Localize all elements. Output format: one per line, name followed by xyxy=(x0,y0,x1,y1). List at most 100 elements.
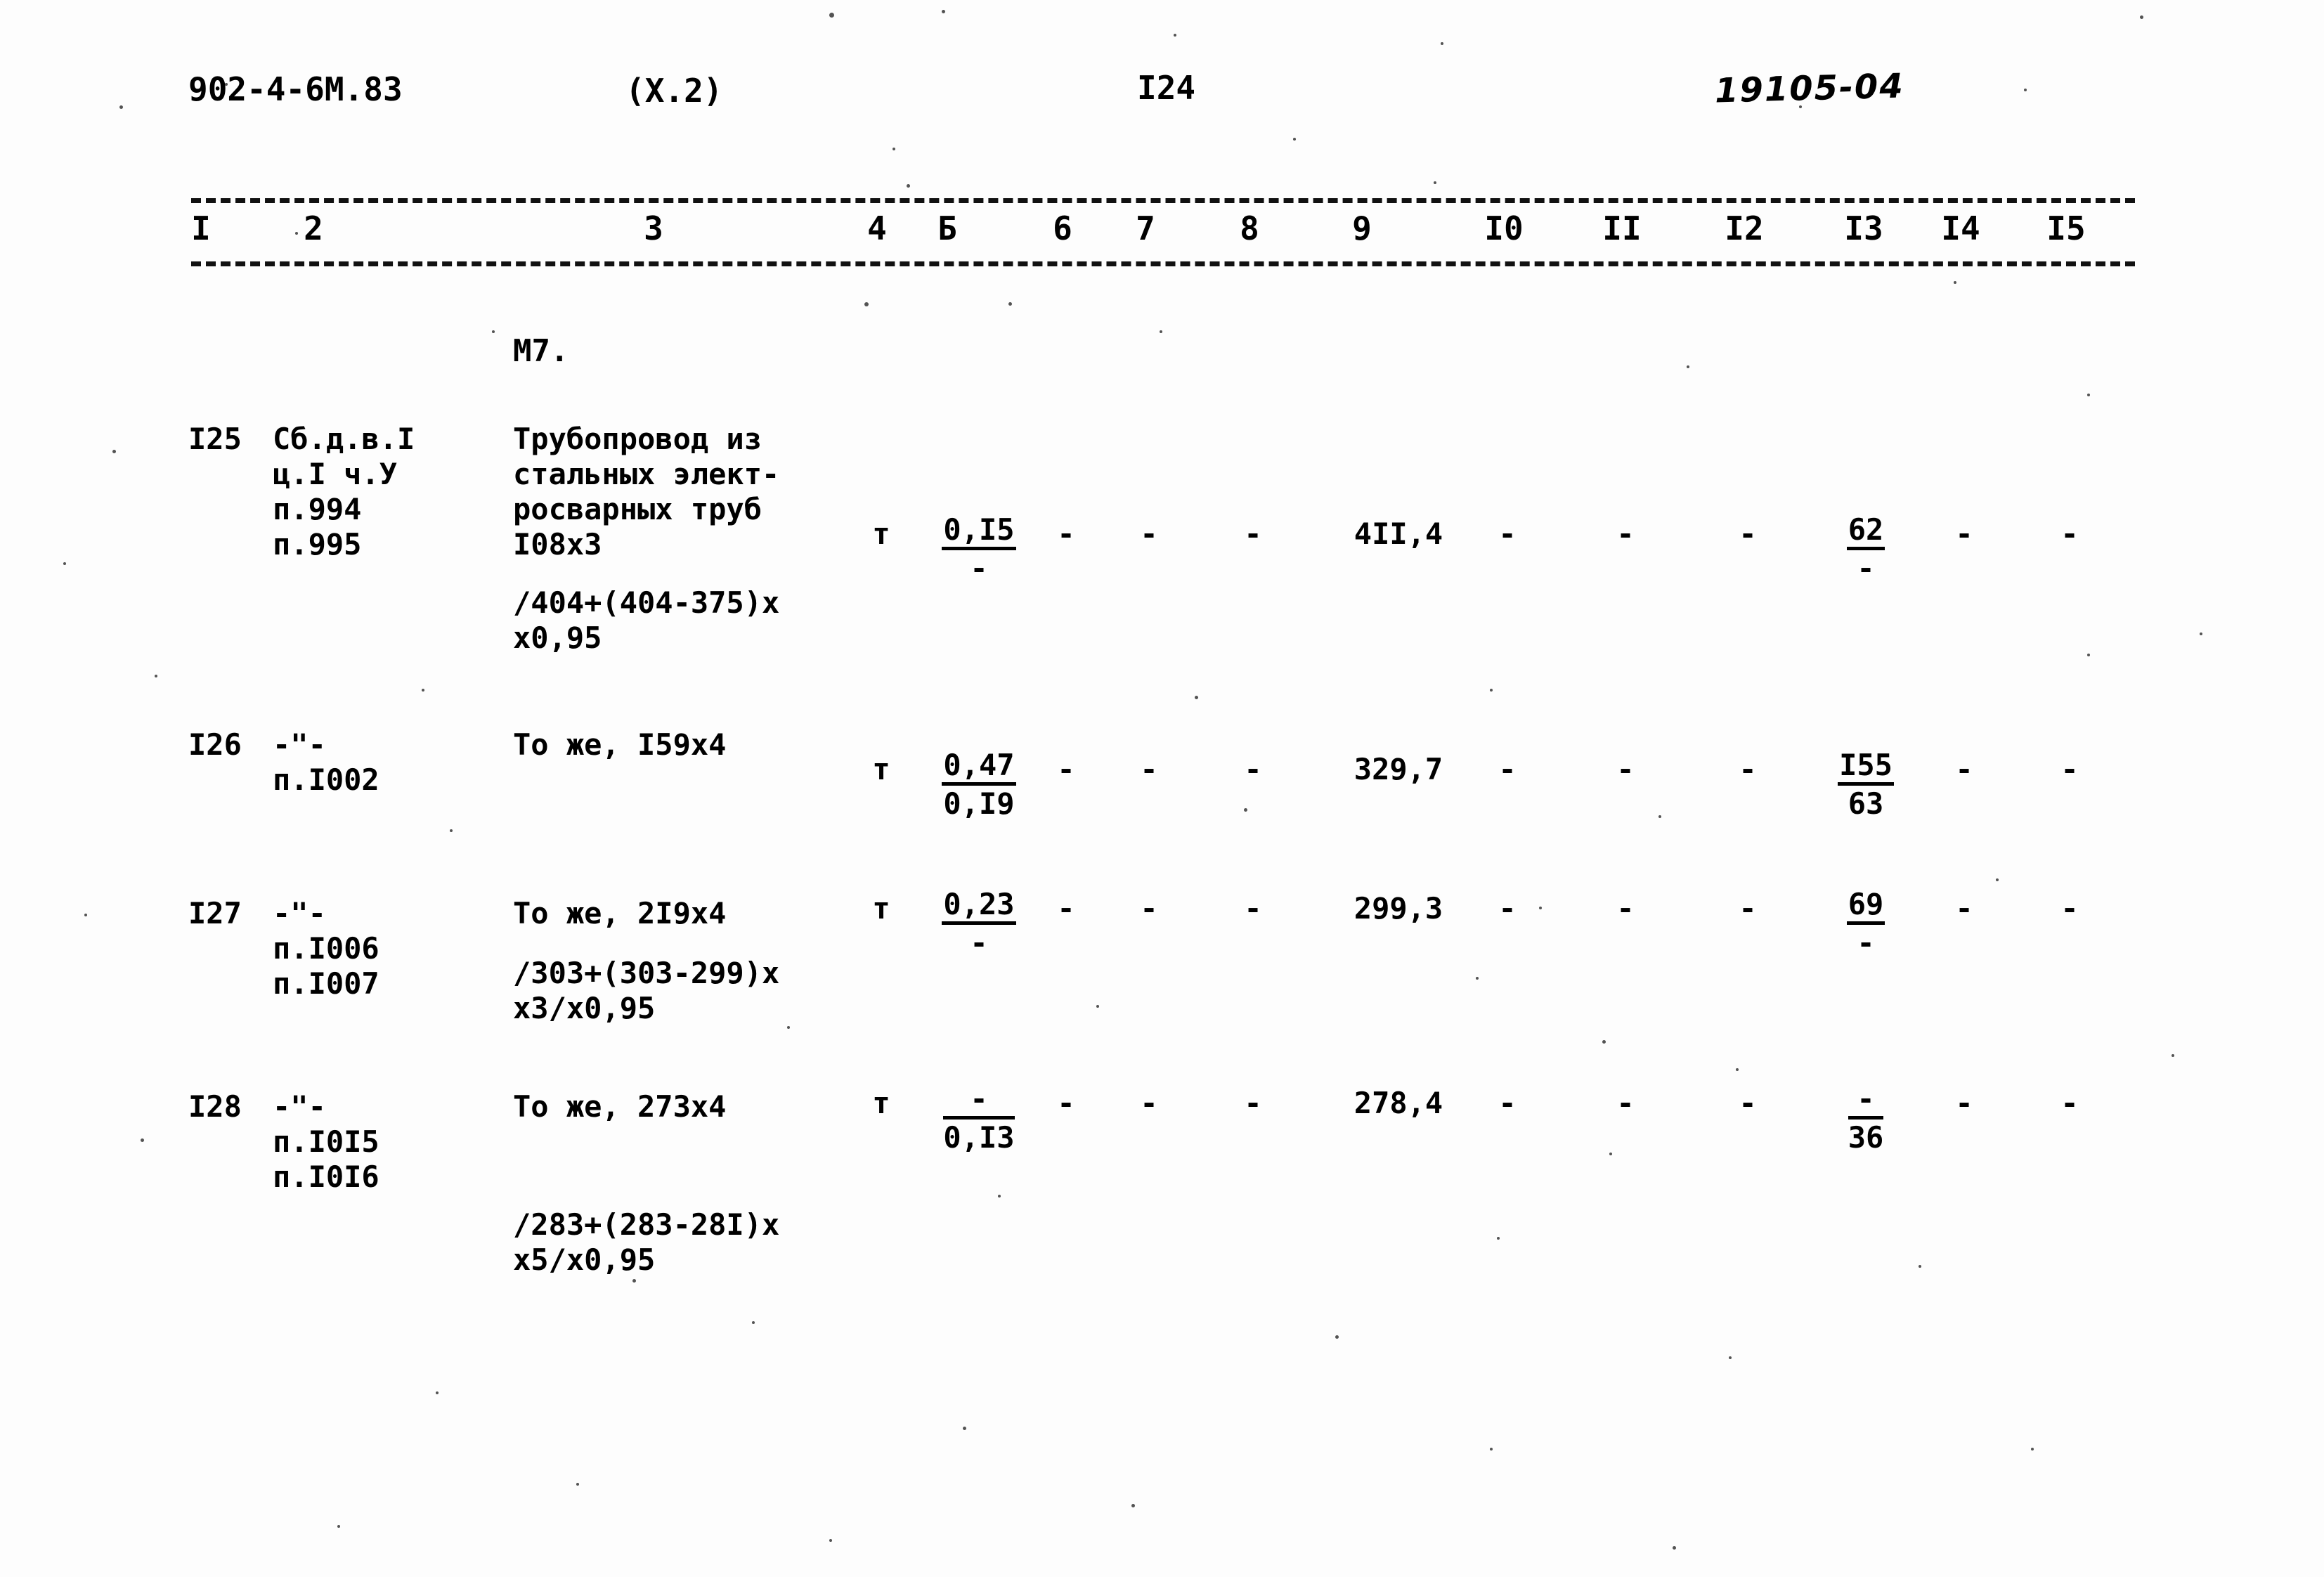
value-col-6: - xyxy=(1057,517,1075,551)
reference-line: п.I0I6 xyxy=(273,1160,379,1194)
value-col-5-fraction: 0,47 0,I9 xyxy=(942,749,1016,821)
scan-artifact xyxy=(1497,1237,1500,1240)
reference-line: п.995 xyxy=(273,527,362,562)
scan-artifact xyxy=(576,1483,579,1486)
scan-artifact xyxy=(450,829,453,832)
value-col-9: 4II,4 xyxy=(1353,517,1443,551)
scan-artifact xyxy=(1736,1068,1739,1071)
value-col-9: 329,7 xyxy=(1353,752,1443,786)
column-number-2: 2 xyxy=(304,209,323,247)
value-col-11: - xyxy=(1616,1086,1635,1120)
column-number-13: I3 xyxy=(1844,209,1883,247)
scan-artifact xyxy=(907,184,910,188)
scan-artifact xyxy=(1293,138,1296,141)
column-number-9: 9 xyxy=(1352,209,1372,247)
value-col-15: - xyxy=(2060,752,2079,786)
value-col-5-fraction-numerator: 0,47 xyxy=(942,749,1016,786)
unit-of-measure: т xyxy=(872,752,890,786)
value-col-7: - xyxy=(1140,517,1158,551)
scan-artifact xyxy=(1441,42,1443,45)
formula-line: /404+(404-375)х xyxy=(513,585,780,620)
value-col-9: 299,3 xyxy=(1353,891,1443,926)
value-col-5-fraction-numerator: 0,I5 xyxy=(942,514,1016,550)
reference-line: -"- xyxy=(273,727,326,762)
value-col-8: - xyxy=(1244,517,1262,551)
scan-artifact xyxy=(2172,1054,2174,1057)
value-col-13: I55 63 xyxy=(1813,749,1919,822)
value-col-5-fraction-denominator: 0,I9 xyxy=(943,786,1015,821)
scan-artifact xyxy=(963,1427,966,1430)
value-col-13-fraction-denominator: 36 xyxy=(1848,1120,1884,1155)
scan-artifact xyxy=(1673,1546,1676,1550)
value-col-8: - xyxy=(1244,891,1262,926)
scan-artifact xyxy=(1996,878,1999,881)
column-number-1: I xyxy=(191,209,211,247)
scan-artifact xyxy=(337,1525,340,1528)
scan-artifact xyxy=(1160,330,1162,333)
scan-artifact xyxy=(998,1195,1001,1198)
scan-artifact xyxy=(1096,1005,1099,1008)
value-col-13-fraction-numerator: 69 xyxy=(1846,888,1885,925)
calculation-formula: /404+(404-375)х х0,95 xyxy=(513,585,907,656)
row-number: I28 xyxy=(188,1089,242,1124)
table-top-rule xyxy=(191,198,2135,203)
scan-artifact xyxy=(1195,696,1198,699)
scan-artifact xyxy=(422,689,424,692)
value-col-13-fraction: I55 63 xyxy=(1838,749,1894,821)
value-col-5: 0,47 0,I9 xyxy=(926,749,1032,822)
reference-line: Сб.д.в.I xyxy=(273,422,415,456)
description-line: То же, I59х4 xyxy=(513,727,727,762)
scan-artifact xyxy=(752,1321,755,1324)
reference-line: -"- xyxy=(273,1089,326,1124)
column-number-14: I4 xyxy=(1941,209,1980,247)
value-col-15: - xyxy=(2060,891,2079,926)
description-line: То же, 2I9х4 xyxy=(513,896,727,930)
scan-artifact xyxy=(63,562,66,565)
scan-artifact xyxy=(2087,654,2090,656)
reference-line: п.I002 xyxy=(273,762,379,797)
value-col-12: - xyxy=(1739,1086,1757,1120)
reference-line: п.I007 xyxy=(273,966,379,1001)
scan-artifact xyxy=(155,675,157,677)
value-col-8: - xyxy=(1244,1086,1262,1120)
scan-artifact xyxy=(1729,1356,1732,1359)
scan-artifact xyxy=(1434,181,1436,184)
column-number-6: 6 xyxy=(1053,209,1072,247)
scan-artifact xyxy=(1919,1265,1921,1268)
value-col-11: - xyxy=(1616,891,1635,926)
value-col-6: - xyxy=(1057,752,1075,786)
value-col-12: - xyxy=(1739,891,1757,926)
value-col-5: 0,23- xyxy=(926,888,1032,961)
scan-artifact xyxy=(1658,815,1661,818)
column-number-7: 7 xyxy=(1136,209,1155,247)
value-col-8: - xyxy=(1244,752,1262,786)
description: Трубопровод из стальных элект-росварных т… xyxy=(513,422,829,562)
value-col-13-fraction: 62- xyxy=(1846,514,1885,585)
scan-artifact xyxy=(2024,89,2027,91)
value-col-10: - xyxy=(1498,891,1517,926)
value-col-10: - xyxy=(1498,1086,1517,1120)
value-col-13-fraction-numerator: I55 xyxy=(1838,749,1894,786)
group-label: М7. xyxy=(513,333,569,369)
scan-artifact xyxy=(2140,15,2143,19)
value-col-13-fraction-numerator: - xyxy=(1848,1083,1884,1120)
column-number-row: I 2 3 4 Б 6 7 8 9 I0 II I2 I3 I4 I5 xyxy=(0,212,2324,252)
value-col-15: - xyxy=(2060,1086,2079,1120)
scan-artifact xyxy=(1490,1448,1493,1451)
scan-artifact xyxy=(112,450,116,453)
value-col-5-fraction: 0,23- xyxy=(942,888,1016,960)
scan-artifact xyxy=(1335,1335,1339,1339)
value-col-6: - xyxy=(1057,891,1075,926)
value-col-13-fraction-denominator: - xyxy=(1857,926,1875,960)
formula-line: /283+(283-28I)х xyxy=(513,1207,780,1242)
scan-artifact xyxy=(141,1138,144,1142)
value-col-5-fraction-denominator: - xyxy=(970,926,988,960)
value-col-10: - xyxy=(1498,517,1517,551)
column-number-3: 3 xyxy=(644,209,663,247)
value-col-15: - xyxy=(2060,517,2079,551)
value-col-13-fraction-numerator: 62 xyxy=(1846,514,1885,550)
reference-line: п.994 xyxy=(273,492,362,526)
value-col-5-fraction-denominator: - xyxy=(970,551,988,585)
calculation-formula: /283+(283-28I)х х5/х0,95 xyxy=(513,1207,907,1278)
scan-artifact xyxy=(2031,1448,2034,1451)
